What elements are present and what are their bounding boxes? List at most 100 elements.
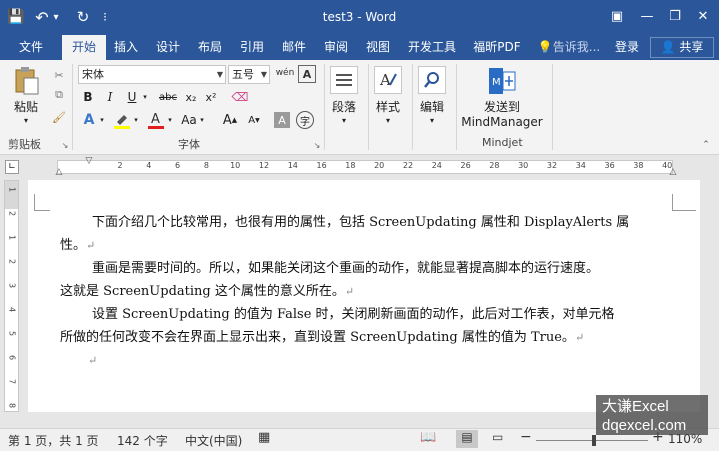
ruler-number: 20 [374, 161, 385, 170]
superscript-button[interactable]: x² [202, 88, 220, 106]
minimize-button[interactable]: — [634, 5, 660, 27]
highlight-dropdown-icon[interactable]: ▾ [132, 110, 140, 130]
styles-button[interactable]: A [374, 66, 402, 94]
ruler-number: 22 [402, 161, 414, 170]
phonetic-guide-icon[interactable]: wén [274, 63, 296, 83]
tab-foxit-pdf[interactable]: 福昕PDF [466, 35, 528, 60]
grow-font-button[interactable]: A ▲ [222, 110, 238, 130]
underline-dropdown-icon[interactable]: ▾ [140, 88, 150, 106]
paste-dropdown-icon[interactable]: ▾ [20, 115, 32, 125]
vertical-ruler[interactable]: 1 2 1 2 3 4 5 6 7 8 [4, 180, 19, 412]
macro-recording-icon[interactable]: ▦ [258, 430, 270, 445]
editing-button[interactable] [418, 66, 446, 94]
clipboard-launcher-icon[interactable]: ↘ [60, 140, 70, 150]
restore-button[interactable]: ❐ [662, 5, 688, 27]
enclose-characters-button[interactable]: 字 [296, 111, 314, 129]
zoom-slider-thumb[interactable] [592, 435, 596, 446]
ruler-number: 6 [175, 161, 181, 170]
char-shading-button[interactable]: A [274, 112, 290, 128]
subscript-button[interactable]: x₂ [182, 88, 200, 106]
shrink-font-button[interactable]: A ▼ [246, 110, 262, 130]
highlight-color-button[interactable] [112, 110, 132, 130]
paragraph-1: 下面介绍几个比较常用，也很有用的属性，包括 ScreenUpdating 属性和… [60, 211, 672, 234]
svg-text:A: A [151, 112, 160, 127]
svg-text:A: A [379, 71, 391, 89]
styles-dropdown-icon[interactable]: ▾ [383, 115, 393, 125]
tab-review[interactable]: 审阅 [318, 35, 354, 60]
vertical-scrollbar[interactable] [703, 180, 715, 412]
print-layout-icon[interactable]: ▤ [456, 430, 478, 448]
tab-view[interactable]: 视图 [360, 35, 396, 60]
send-to-mindmanager-button[interactable]: M [486, 66, 518, 96]
read-mode-icon[interactable]: 📖 [420, 430, 436, 445]
font-size-combo[interactable]: 五号 ▼ [228, 65, 270, 84]
ribbon-options-icon[interactable]: ▣ [604, 5, 630, 27]
word-window: 💾 ↶ ▾ ↻ ⁝ test3 - Word ▣ — ❐ ✕ 文件 开始 插入 … [0, 0, 719, 451]
tab-file[interactable]: 文件 [8, 35, 54, 60]
highlighter-icon [114, 115, 130, 129]
login-button[interactable]: 登录 [610, 35, 644, 60]
close-button[interactable]: ✕ [690, 5, 716, 27]
collapse-ribbon-icon[interactable]: ⌃ [700, 140, 712, 150]
language[interactable]: 中文(中国) [185, 432, 242, 449]
font-name-value: 宋体 [82, 68, 104, 81]
grow-font-label: A [222, 112, 232, 128]
editing-dropdown-icon[interactable]: ▾ [427, 115, 437, 125]
copy-icon[interactable]: ⧉ [50, 86, 68, 104]
web-layout-icon[interactable]: ▭ [492, 430, 503, 444]
paragraph-dropdown-icon[interactable]: ▾ [339, 115, 349, 125]
zoom-out-icon[interactable]: − [520, 429, 532, 445]
font-name-combo[interactable]: 宋体 ▼ [78, 65, 226, 84]
paragraph-mark-icon: ↵ [344, 285, 355, 298]
document-page[interactable]: 下面介绍几个比较常用，也很有用的属性，包括 ScreenUpdating 属性和… [28, 180, 700, 412]
format-painter-icon[interactable]: 🖌 [50, 108, 68, 126]
tab-design[interactable]: 设计 [150, 35, 186, 60]
ribbon-tabs: 文件 开始 插入 设计 布局 引用 邮件 审阅 视图 开发工具 福昕PDF 💡告… [0, 35, 719, 60]
paragraph-3: 设置 ScreenUpdating 的值为 False 时，关闭刷新画面的动作，… [60, 303, 672, 326]
separator [456, 64, 457, 150]
hanging-indent-icon[interactable]: △ [54, 167, 64, 177]
tab-selector-icon[interactable]: ∟ [5, 160, 19, 174]
ruler-number: 5 [7, 330, 17, 337]
clear-formatting-icon[interactable]: ⌫ [230, 88, 250, 106]
change-case-dropdown-icon[interactable]: ▾ [198, 110, 206, 130]
share-button[interactable]: 👤 共享 [650, 37, 714, 58]
ribbon: 粘贴 ▾ ✂ ⧉ 🖌 剪贴板 ↘ 宋体 ▼ 五号 ▼ wén A B I U ▾ a… [0, 60, 719, 155]
paragraph-button[interactable] [330, 66, 358, 94]
crop-mark [672, 210, 696, 211]
text-effects-icon[interactable]: A [80, 110, 98, 130]
styles-icon: A [379, 71, 397, 89]
tab-home[interactable]: 开始 [62, 35, 106, 60]
font-color-button[interactable]: A [146, 110, 166, 130]
watermark-line-2: dqexcel.com [602, 417, 687, 434]
font-color-dropdown-icon[interactable]: ▾ [166, 110, 174, 130]
ruler-number: 36 [604, 161, 615, 170]
ruler-number: 12 [258, 161, 270, 170]
paste-button[interactable] [8, 66, 44, 96]
tab-developer[interactable]: 开发工具 [402, 35, 462, 60]
char-border-icon[interactable]: A [298, 65, 316, 83]
ruler-number: 34 [575, 161, 586, 170]
bold-button[interactable]: B [80, 88, 96, 106]
tab-insert[interactable]: 插入 [108, 35, 144, 60]
ruler-number: 6 [7, 354, 17, 361]
text-line: 性。 [60, 238, 87, 253]
tab-layout[interactable]: 布局 [192, 35, 228, 60]
text-line: 这就是 ScreenUpdating 这个属性的意义所在。 [60, 284, 345, 299]
first-line-indent-icon[interactable]: ▽ [84, 156, 94, 166]
strikethrough-button[interactable]: abc [156, 88, 180, 106]
font-launcher-icon[interactable]: ↘ [312, 140, 322, 150]
tell-me-label: 告诉我... [552, 40, 601, 54]
ruler-number: 2 [7, 210, 17, 217]
site-watermark: 大谦Excel dqexcel.com [596, 395, 708, 435]
tab-references[interactable]: 引用 [234, 35, 270, 60]
change-case-button[interactable]: Aa [178, 110, 200, 130]
page-count[interactable]: 第 1 页，共 1 页 [8, 432, 99, 449]
tab-mailings[interactable]: 邮件 [276, 35, 312, 60]
underline-button[interactable]: U [124, 88, 140, 106]
text-effects-dropdown-icon[interactable]: ▾ [98, 110, 106, 130]
italic-button[interactable]: I [102, 88, 118, 106]
word-count[interactable]: 142 个字 [117, 432, 168, 449]
cut-icon[interactable]: ✂ [50, 66, 68, 84]
tell-me-box[interactable]: 💡告诉我... [536, 35, 602, 60]
